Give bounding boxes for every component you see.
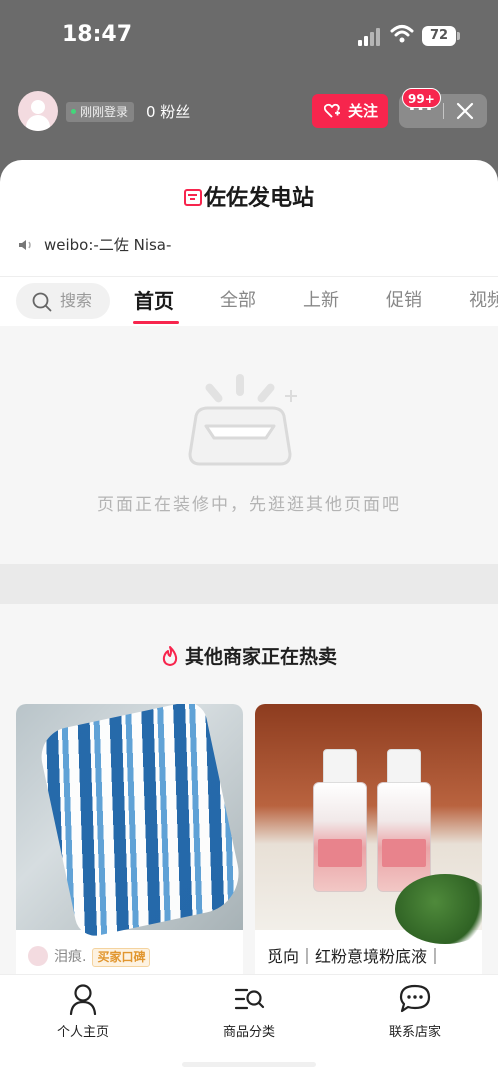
shop-notice[interactable]: weibo:-二佐 Nisa- — [18, 234, 171, 256]
nav-profile-label: 个人主页 — [56, 1025, 109, 1040]
speaker-icon — [19, 240, 31, 250]
product-name: 觅向｜红粉意境粉底液｜ — [267, 947, 444, 966]
close-button[interactable] — [444, 94, 487, 128]
shop-name: 佐佐发电站 — [203, 186, 314, 211]
hot-title-text: 其他商家正在热卖 — [184, 646, 337, 668]
tab-home[interactable]: 首页 — [134, 287, 174, 315]
shop-icon — [183, 189, 202, 206]
fans-count: 0 粉丝 — [146, 103, 191, 121]
product-image — [16, 704, 243, 940]
chat-icon — [399, 984, 431, 1013]
tab-all[interactable]: 全部 — [220, 287, 256, 315]
flame-icon — [162, 646, 178, 666]
home-indicator — [182, 1062, 316, 1067]
hot-section-title: 其他商家正在热卖 — [0, 642, 498, 669]
bottle-image — [313, 749, 367, 892]
product-card-1[interactable]: 泪痕. 买家口碑 — [16, 704, 243, 984]
shop-title: 佐佐发电站 — [0, 180, 498, 212]
shop-tabs: 搜索 首页 全部 上新 促销 视频 — [0, 276, 498, 326]
status-time: 18:47 — [62, 22, 133, 47]
reviewer-avatar — [28, 946, 48, 966]
search-label: 搜索 — [60, 291, 93, 310]
shop-card: 佐佐发电站 weibo:-二佐 Nisa- 搜索 首页 全部 上新 促销 视频 — [0, 160, 498, 326]
plant-image — [395, 874, 482, 944]
signal-icon — [358, 28, 382, 46]
section-divider — [0, 564, 498, 604]
active-tab-indicator — [133, 321, 179, 324]
shop-info-bar: 刚刚登录 0 粉丝 关注 ··· 99+ — [0, 88, 498, 136]
shop-search-button[interactable]: 搜索 — [16, 283, 110, 319]
person-icon — [69, 984, 97, 1015]
follow-label: 关注 — [347, 102, 378, 120]
scarf-image — [36, 704, 243, 940]
empty-box-icon — [188, 374, 297, 466]
shop-avatar[interactable] — [18, 91, 58, 131]
nav-contact[interactable]: 联系店家 — [355, 983, 475, 1040]
message-count-badge: 99+ — [402, 88, 441, 108]
tab-promotion[interactable]: 促销 — [386, 287, 422, 315]
category-search-icon — [234, 988, 265, 1010]
nav-categories-label: 商品分类 — [222, 1025, 275, 1040]
status-bar: 18:47 72 — [0, 0, 498, 72]
wifi-icon — [390, 24, 414, 44]
product-review-meta: 泪痕. 买家口碑 — [28, 946, 151, 967]
login-status-badge: 刚刚登录 — [66, 102, 135, 122]
empty-message: 页面正在装修中，先逛逛其他页面吧 — [97, 495, 401, 515]
follow-button[interactable]: 关注 — [312, 94, 388, 128]
nav-contact-label: 联系店家 — [388, 1025, 441, 1040]
search-icon — [32, 292, 52, 312]
battery-indicator: 72 — [422, 26, 460, 46]
tab-video[interactable]: 视频 — [469, 287, 498, 315]
product-card-2[interactable]: 觅向｜红粉意境粉底液｜ — [255, 704, 482, 984]
buyer-reputation-tag: 买家口碑 — [92, 948, 151, 967]
nav-categories[interactable]: 商品分类 — [189, 983, 309, 1040]
tab-new[interactable]: 上新 — [303, 287, 339, 315]
reviewer-name: 泪痕. — [54, 949, 87, 965]
nav-profile[interactable]: 个人主页 — [23, 983, 143, 1040]
renovation-empty-state: 页面正在装修中，先逛逛其他页面吧 — [0, 326, 498, 564]
bottle-image — [377, 749, 431, 892]
close-icon — [456, 102, 474, 120]
product-image — [255, 704, 482, 944]
heart-plus-icon — [324, 103, 340, 118]
notice-text: weibo:-二佐 Nisa- — [44, 236, 172, 254]
